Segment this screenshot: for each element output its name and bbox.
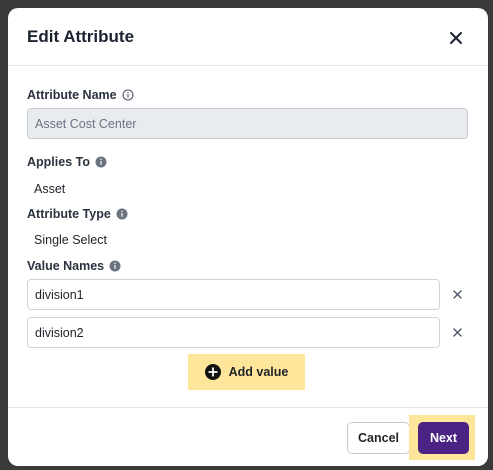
edit-attribute-modal: Edit Attribute Attribute Name Applies To xyxy=(8,8,488,466)
applies-to-label: Applies To xyxy=(27,155,107,169)
modal-title: Edit Attribute xyxy=(27,27,135,46)
info-icon xyxy=(109,260,121,272)
plus-circle-icon xyxy=(204,364,221,380)
next-button[interactable]: Next xyxy=(418,422,469,454)
attribute-name-input[interactable] xyxy=(27,108,468,139)
info-icon xyxy=(116,208,128,220)
info-outline-icon xyxy=(122,89,134,101)
attribute-type-value: Single Select xyxy=(34,233,107,247)
attribute-name-label: Attribute Name xyxy=(27,88,134,102)
add-value-label: Add value xyxy=(228,365,289,379)
value-name-input[interactable] xyxy=(27,279,440,310)
remove-icon xyxy=(452,327,462,337)
attribute-name-label-text: Attribute Name xyxy=(27,88,117,102)
applies-to-label-text: Applies To xyxy=(27,155,90,169)
applies-to-value: Asset xyxy=(34,182,66,196)
cancel-button[interactable]: Cancel xyxy=(347,422,410,454)
close-icon xyxy=(450,32,462,44)
modal-header: Edit Attribute xyxy=(8,8,488,66)
info-icon xyxy=(95,156,107,168)
attribute-type-label: Attribute Type xyxy=(27,207,128,221)
value-name-input[interactable] xyxy=(27,317,440,348)
value-names-label: Value Names xyxy=(27,259,121,273)
modal-footer: Cancel Next xyxy=(8,407,488,466)
next-button-highlight: Next xyxy=(409,415,475,460)
value-names-label-text: Value Names xyxy=(27,259,105,273)
remove-value-button[interactable] xyxy=(449,286,465,302)
remove-icon xyxy=(452,289,462,299)
add-value-button[interactable]: Add value xyxy=(188,354,305,390)
attribute-type-label-text: Attribute Type xyxy=(27,207,111,221)
close-button[interactable] xyxy=(444,26,468,50)
remove-value-button[interactable] xyxy=(449,324,465,340)
